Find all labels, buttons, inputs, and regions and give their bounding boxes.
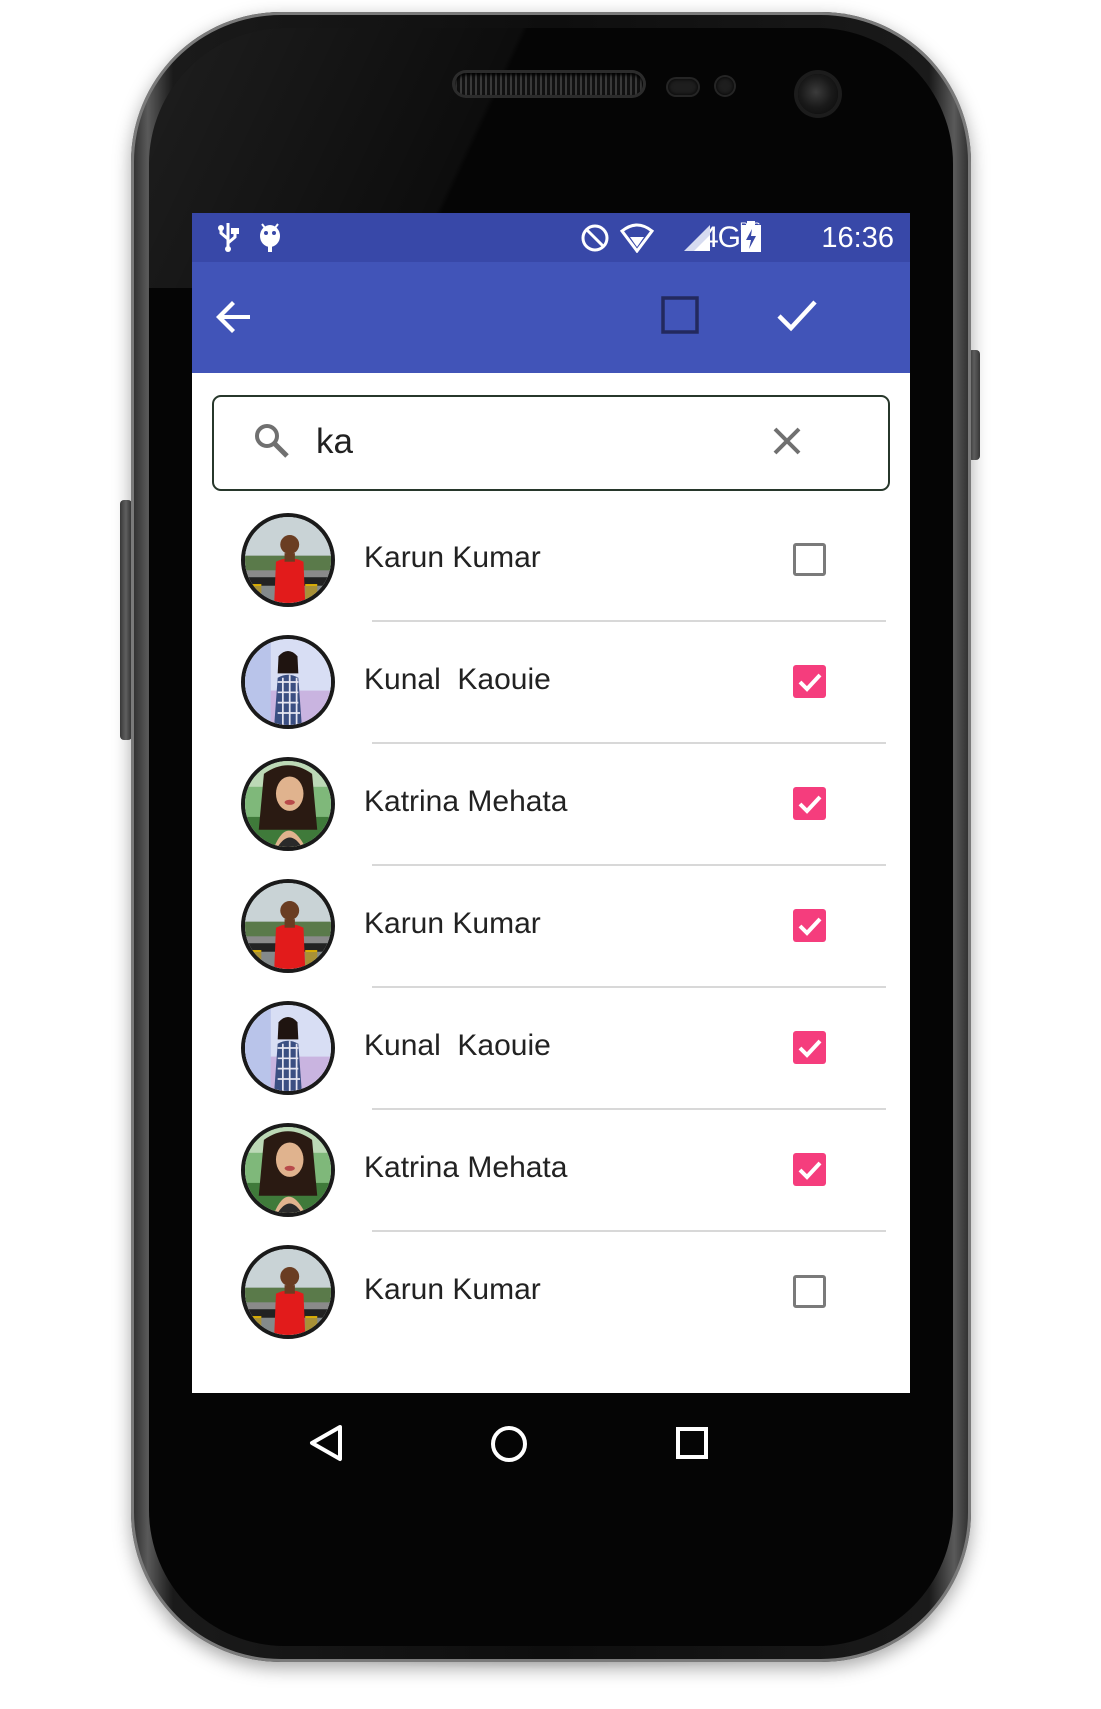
contact-name: Kunal Kaouie	[364, 663, 551, 696]
contact-name: Katrina Mehata	[364, 785, 568, 818]
checkbox-unchecked[interactable]	[793, 1275, 826, 1308]
search-box	[212, 395, 890, 491]
app-screen: 4GR4G 16:36 Karun Kumar Kunal Kaouie Katri…	[192, 213, 910, 1493]
do-not-disturb-icon	[580, 223, 610, 260]
avatar	[241, 1245, 335, 1339]
battery-charging-icon	[740, 221, 762, 260]
done-check-icon[interactable]	[774, 292, 820, 343]
checkmark-icon	[798, 673, 822, 692]
search-icon	[252, 421, 292, 466]
contact-row[interactable]: Kunal Kaouie	[192, 1001, 910, 1113]
contact-name: Karun Kumar	[364, 541, 541, 574]
row-divider	[372, 864, 886, 866]
checkbox-checked[interactable]	[793, 1153, 826, 1186]
search-input[interactable]	[314, 411, 818, 473]
clear-icon[interactable]	[769, 423, 805, 464]
proximity-sensor	[668, 79, 698, 95]
checkbox-checked[interactable]	[793, 1031, 826, 1064]
avatar	[241, 879, 335, 973]
checkmark-icon	[798, 917, 822, 936]
contact-row[interactable]: Karun Kumar	[192, 879, 910, 991]
android-debug-icon	[257, 221, 283, 260]
avatar	[241, 513, 335, 607]
avatar	[241, 1001, 335, 1095]
contact-name: Katrina Mehata	[364, 1151, 568, 1184]
nav-back-icon[interactable]	[304, 1421, 348, 1470]
signal-icon	[682, 223, 712, 260]
checkbox-checked[interactable]	[793, 787, 826, 820]
checkmark-icon	[798, 795, 822, 814]
contact-row[interactable]: Kunal Kaouie	[192, 635, 910, 747]
front-camera	[798, 74, 838, 114]
nav-home-icon[interactable]	[486, 1421, 532, 1472]
wifi-icon	[619, 223, 655, 260]
contact-row[interactable]: Karun Kumar	[192, 1245, 910, 1357]
checkbox-checked[interactable]	[793, 909, 826, 942]
back-arrow-icon[interactable]	[210, 293, 258, 346]
clock: 16:36	[821, 222, 894, 254]
row-divider	[372, 1230, 886, 1232]
contact-name: Kunal Kaouie	[364, 1029, 551, 1062]
avatar	[241, 635, 335, 729]
row-divider	[372, 742, 886, 744]
row-divider	[372, 986, 886, 988]
contact-name: Karun Kumar	[364, 907, 541, 940]
checkbox-checked[interactable]	[793, 665, 826, 698]
nav-recents-icon[interactable]	[672, 1423, 712, 1468]
contact-row[interactable]: Katrina Mehata	[192, 1123, 910, 1235]
checkmark-icon	[798, 1161, 822, 1180]
contact-row[interactable]: Karun Kumar	[192, 513, 910, 625]
navigation-bar	[192, 1393, 910, 1493]
light-sensor	[716, 77, 734, 95]
avatar	[241, 757, 335, 851]
select-all-checkbox-icon[interactable]	[661, 296, 699, 339]
contact-row[interactable]: Katrina Mehata	[192, 757, 910, 869]
row-divider	[372, 1108, 886, 1110]
checkmark-icon	[798, 1039, 822, 1058]
app-toolbar	[192, 262, 910, 373]
row-divider	[372, 620, 886, 622]
avatar	[241, 1123, 335, 1217]
status-bar: 4GR4G 16:36	[192, 213, 910, 262]
usb-icon	[216, 221, 240, 260]
earpiece-speaker	[455, 73, 643, 95]
checkbox-unchecked[interactable]	[793, 543, 826, 576]
contact-name: Karun Kumar	[364, 1273, 541, 1306]
